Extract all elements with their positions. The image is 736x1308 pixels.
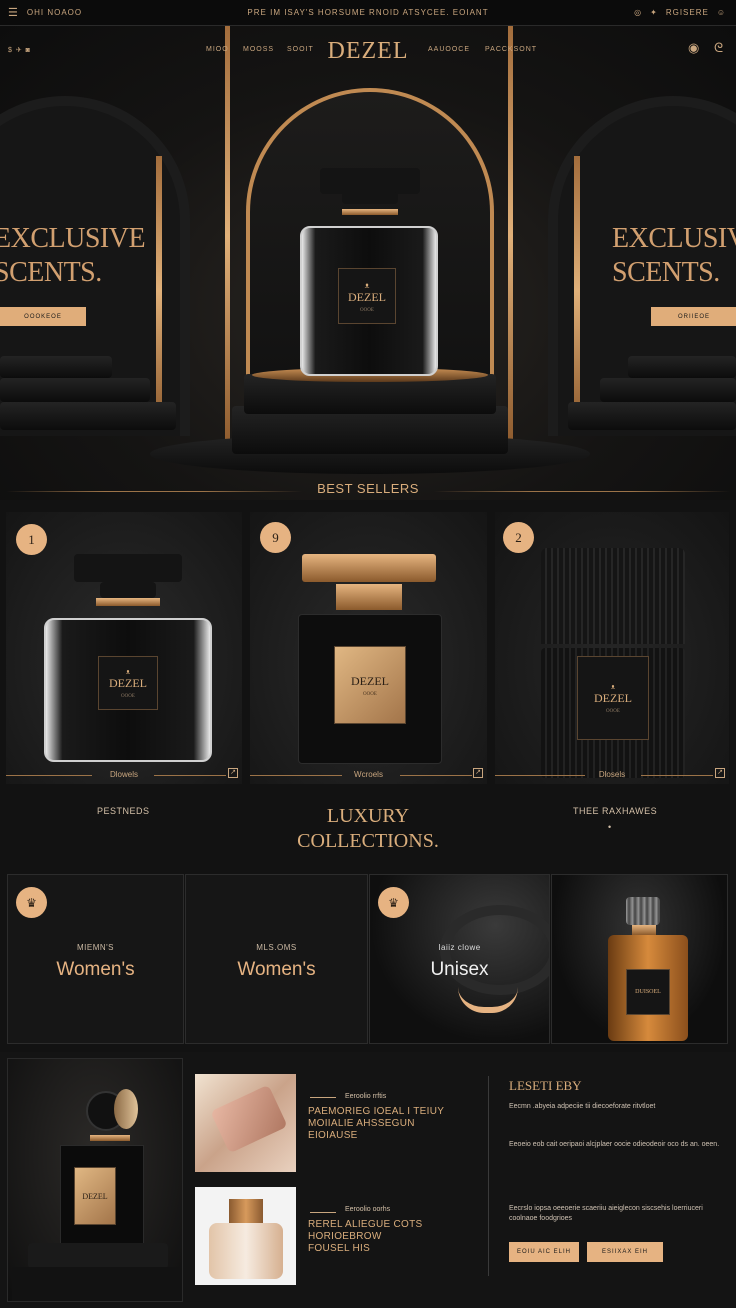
pedestal [0,356,112,378]
newsletter-panel: LESETI EBY Eecmn .abyeia adpeciie tii di… [488,1076,728,1276]
pedestal [600,378,736,402]
bottle-label: DEZEL [74,1167,116,1225]
link-icon[interactable]: ↗ [228,768,238,778]
hero-right-title: EXCLUSIVE SCENTS. [612,223,736,288]
collection-women[interactable]: ♛ MIEMN'S Women's [7,874,184,1044]
gold-pillar [225,26,230,446]
bottle-label: ᴥ DEZEL OOOE [577,656,649,740]
primary-button[interactable]: EOIU AIC ELIH [509,1242,579,1262]
bottom-section: DEZEL Eeroolio rrftis PAEMORIEG IOEAL I … [0,1052,736,1308]
emblem-icon: ᴥ [364,279,370,290]
pedestal [0,402,176,430]
card-footer: Dlowels ↗ [6,768,242,780]
bottle-neck [342,192,398,204]
pedestal [628,356,736,378]
bottle-cap-ring [114,1089,138,1129]
bottle-cap [229,1199,263,1223]
pink-bottle [210,1084,288,1154]
gold-ribbon [458,987,518,1013]
hero-section: $ ✈ ◙ MIOO MOOSS SOOIT AAUOOCE PACCKSONT… [0,26,736,500]
bottle-cap [74,554,182,582]
gold-pillar [156,156,162,426]
brand-logo[interactable]: DEZEL [0,38,736,65]
gold-pillar [508,26,513,446]
pedestal [568,402,736,430]
register-link[interactable]: RGISERE [666,8,709,17]
collections-right-sub: • [608,822,612,832]
link-icon[interactable]: ↗ [715,768,725,778]
collections-right-heading: THEE RAXHAWES [573,806,658,816]
panel-text: Eecrslo iopsa oeeoerie scaeriiu aieiglec… [509,1205,703,1222]
hero-left-title: EXCLUSIVE SCENTS. [0,223,146,288]
bottle-label: ᴥ DEZEL OOOE [338,268,396,324]
pedestal [0,378,150,402]
bottle-cap [320,168,420,194]
crown-icon: ♛ [16,887,47,918]
divider [310,1212,336,1213]
emblem-icon: ᴥ [125,667,131,676]
product-card[interactable]: 1 ᴥ DEZEL OOOE Dlowels ↗ [6,512,242,784]
collection-men[interactable]: MLS.OMS Women's [185,874,368,1044]
card-footer: Dlosels ↗ [495,768,729,780]
panel-title: LESETI EBY [509,1078,582,1093]
hero-right-button[interactable]: ORIIEOE [651,307,736,326]
instagram-icon[interactable]: ◎ [634,8,642,17]
bottle-label: DUISOEL [626,969,670,1015]
item-subtitle: Eeroolio rrftis [345,1093,387,1100]
pedestal [12,1267,182,1301]
bottle-cap [302,554,436,582]
bottle-collar [90,1135,130,1141]
card-footer: Wcroels ↗ [250,768,487,780]
bottle-label: ᴥ DEZEL OOOE [98,656,158,710]
item-title[interactable]: REREL ALIEGUE COTS HORIOEBROW FOUSEL HIS [308,1219,423,1255]
link-icon[interactable]: ↗ [473,768,483,778]
collection-feature[interactable]: DUISOEL [551,874,728,1044]
item-thumbnail[interactable] [195,1074,296,1172]
rank-badge: 1 [16,524,47,555]
best-sellers-title: BEST SELLERS [317,481,419,496]
bottle-collar [342,209,398,215]
rank-badge: 2 [503,522,534,553]
divider [310,1097,336,1098]
panel-text: Eecmn .abyeia adpeciie tii diecoeforate … [509,1103,656,1110]
user-icon[interactable]: ☺ [717,8,726,17]
hero-left-button[interactable]: OOOKEOE [0,307,86,326]
top-bar-announcement: PRE IM ISAY'S HORSUME RNOID ATSYCEE. EOI… [247,8,489,17]
rank-badge: 9 [260,522,291,553]
collection-unisex[interactable]: ♛ Iaiiz clowe Unisex [369,874,550,1044]
bottle-label: DEZEL OOOE [334,646,406,724]
twitter-icon[interactable]: ✦ [650,8,658,17]
bottle-collar [632,925,656,935]
bottle-cap [541,548,685,644]
bottle-cap [626,897,660,925]
item-thumbnail[interactable] [195,1187,296,1285]
promo-image[interactable]: DEZEL [7,1058,183,1302]
panel-text: Eeoeio eob cait oeripaoi alcjplaer oocie… [509,1141,720,1148]
clear-bottle [209,1223,283,1279]
bottle-collar [96,598,160,606]
product-card[interactable]: 9 DEZEL OOOE Wcroels ↗ [250,512,487,784]
pedestal [28,1243,168,1269]
bottle-neck [100,582,156,598]
top-bar: ☰ OHI NOAOO PRE IM ISAY'S HORSUME RNOID … [0,0,736,26]
secondary-button[interactable]: ESIIXAX EIH [587,1242,663,1262]
crown-icon: ♛ [378,887,409,918]
bottle-neck [336,584,402,610]
item-title[interactable]: PAEMORIEG IOEAL I TEIUY MOIIALIE AHSSEGU… [308,1106,444,1142]
gold-pillar [574,156,580,426]
emblem-icon: ᴥ [610,682,616,691]
item-subtitle: Eeroolio oorhs [345,1206,391,1213]
product-card[interactable]: 2 ᴥ DEZEL OOOE Dlosels ↗ [495,512,729,784]
